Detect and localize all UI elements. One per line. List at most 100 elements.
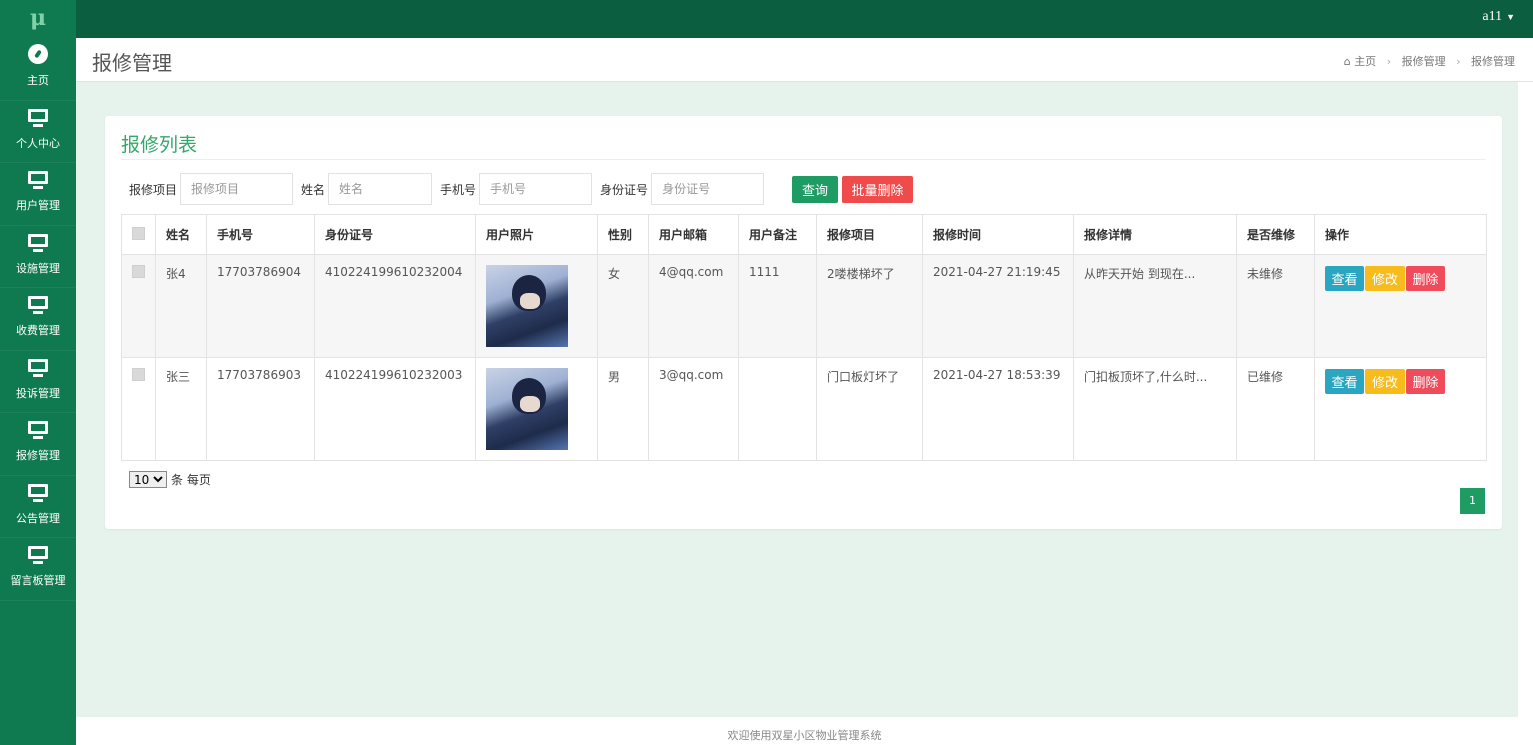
sidebar-item-label: 投诉管理 — [16, 386, 60, 400]
sidebar-item-profile[interactable]: 个人中心 — [0, 101, 76, 163]
monitor-icon — [28, 108, 48, 127]
cell-phone: 17703786903 — [206, 357, 315, 461]
sidebar-item-label: 收费管理 — [16, 324, 60, 337]
delete-button[interactable]: 删除 — [1406, 266, 1445, 291]
cell-id-number: 410224199610232004 — [314, 254, 476, 358]
monitor-icon — [28, 233, 48, 252]
home-icon: ⌂ — [1343, 55, 1351, 68]
phone-input[interactable] — [479, 173, 593, 205]
batch-delete-button[interactable]: 批量删除 — [842, 175, 914, 203]
cell-name: 张4 — [155, 254, 207, 358]
cell-actions: 查看 修改 删除 — [1314, 357, 1487, 461]
chevron-right-icon: › — [1456, 55, 1461, 68]
monitor-icon — [28, 296, 48, 314]
filter-bar: 报修项目 姓名 手机号 身份证号 查询 批量删除 — [129, 173, 914, 205]
cell-remark — [738, 357, 817, 461]
edit-button[interactable]: 修改 — [1365, 369, 1405, 394]
cell-repair-status: 未维修 — [1236, 254, 1315, 358]
repair-item-input[interactable] — [180, 173, 294, 205]
search-button[interactable]: 查询 — [792, 175, 839, 203]
cell-email: 3@qq.com — [648, 357, 739, 461]
monitor-icon — [28, 421, 48, 439]
breadcrumb-current: 报修管理 — [1471, 55, 1515, 68]
column-header: 性别 — [597, 214, 649, 255]
sidebar-item-label: 主页 — [27, 74, 49, 87]
monitor-icon — [28, 171, 48, 189]
monitor-icon — [28, 358, 48, 377]
cell-gender: 男 — [597, 357, 649, 461]
cell-repair-time: 2021-04-27 21:19:45 — [922, 254, 1074, 358]
sidebar-item-label: 用户管理 — [16, 199, 60, 212]
table-row: 张4 17703786904 410224199610232004 女 4@qq… — [121, 254, 1487, 358]
footer: 欢迎使用双星小区物业管理系统 — [76, 717, 1533, 745]
table-row: 张三 17703786903 410224199610232003 男 3@qq… — [121, 357, 1487, 461]
cell-phone: 17703786904 — [206, 254, 315, 358]
edit-button[interactable]: 修改 — [1365, 266, 1405, 291]
cell-remark: 1111 — [738, 254, 817, 358]
sidebar-item-label: 个人中心 — [16, 136, 60, 150]
sidebar-item-fees[interactable]: 收费管理 — [0, 288, 76, 351]
cell-gender: 女 — [597, 254, 649, 358]
breadcrumb-section[interactable]: 报修管理 — [1402, 55, 1446, 68]
cell-repair-item: 2喽楼梯坏了 — [816, 254, 923, 358]
right-gutter — [1518, 82, 1533, 717]
column-header: 姓名 — [155, 214, 207, 255]
column-header: 操作 — [1314, 214, 1487, 255]
sidebar: 主页 个人中心 用户管理 设施管理 收费管理 投诉管理 报修管理 公告管理 留言… — [0, 38, 76, 745]
table-header-row: 姓名 手机号 身份证号 用户照片 性别 用户邮箱 用户备注 报修项目 报修时间 … — [121, 214, 1487, 255]
select-all-checkbox[interactable] — [132, 226, 145, 240]
sidebar-item-label: 设施管理 — [16, 261, 60, 275]
cell-repair-time: 2021-04-27 18:53:39 — [922, 357, 1074, 461]
sidebar-item-users[interactable]: 用户管理 — [0, 163, 76, 226]
sidebar-item-facilities[interactable]: 设施管理 — [0, 226, 76, 288]
sidebar-item-messageboard[interactable]: 留言板管理 — [0, 538, 76, 601]
sidebar-item-repairs[interactable]: 报修管理 — [0, 413, 76, 476]
page-button-current[interactable]: 1 — [1460, 488, 1485, 514]
cell-actions: 查看 修改 删除 — [1314, 254, 1487, 358]
filter-label-item: 报修项目 — [129, 182, 178, 197]
cell-repair-status: 已维修 — [1236, 357, 1315, 461]
breadcrumb: ⌂ 主页 › 报修管理 › 报修管理 — [1344, 53, 1515, 69]
repair-table: 姓名 手机号 身份证号 用户照片 性别 用户邮箱 用户备注 报修项目 报修时间 … — [121, 214, 1487, 461]
cell-name: 张三 — [155, 357, 207, 461]
cell-email: 4@qq.com — [648, 254, 739, 358]
cell-repair-detail: 从昨天开始 到现在... — [1073, 254, 1237, 358]
user-name: a11 — [1482, 9, 1503, 24]
cell-repair-item: 门口板灯坏了 — [816, 357, 923, 461]
id-number-input[interactable] — [651, 173, 765, 205]
top-bar: μ a11 ▼ — [0, 0, 1533, 38]
column-header: 用户备注 — [738, 214, 817, 255]
sidebar-item-home[interactable]: 主页 — [0, 38, 76, 101]
filter-label-phone: 手机号 — [440, 182, 477, 197]
view-button[interactable]: 查看 — [1325, 266, 1364, 291]
sidebar-item-label: 留言板管理 — [10, 574, 66, 587]
page-size-select[interactable]: 10 — [129, 471, 167, 488]
caret-down-icon: ▼ — [1506, 12, 1515, 22]
app-logo[interactable]: μ — [0, 0, 76, 38]
delete-button[interactable]: 删除 — [1406, 369, 1445, 394]
divider — [121, 159, 1486, 160]
dashboard-icon — [28, 44, 48, 64]
page-header: 报修管理 ⌂ 主页 › 报修管理 › 报修管理 — [76, 38, 1533, 82]
breadcrumb-home[interactable]: 主页 — [1354, 55, 1376, 68]
filter-label-id: 身份证号 — [600, 182, 649, 197]
user-photo[interactable] — [486, 368, 568, 450]
column-header: 报修时间 — [922, 214, 1074, 255]
page-title: 报修管理 — [92, 51, 172, 75]
row-checkbox[interactable] — [132, 265, 145, 278]
column-header: 报修项目 — [816, 214, 923, 255]
sidebar-item-announcements[interactable]: 公告管理 — [0, 476, 76, 538]
column-header: 身份证号 — [314, 214, 476, 255]
cell-id-number: 410224199610232003 — [314, 357, 476, 461]
monitor-icon — [28, 483, 48, 502]
cell-repair-detail: 门扣板顶坏了,什么时... — [1073, 357, 1237, 461]
user-photo[interactable] — [486, 265, 568, 347]
filter-label-name: 姓名 — [301, 182, 326, 197]
user-menu[interactable]: a11 ▼ — [1482, 0, 1515, 38]
sidebar-item-complaints[interactable]: 投诉管理 — [0, 351, 76, 413]
name-input[interactable] — [328, 173, 433, 205]
view-button[interactable]: 查看 — [1325, 369, 1364, 394]
panel-title: 报修列表 — [121, 134, 198, 156]
row-checkbox[interactable] — [132, 368, 145, 381]
chevron-right-icon: › — [1386, 55, 1392, 68]
